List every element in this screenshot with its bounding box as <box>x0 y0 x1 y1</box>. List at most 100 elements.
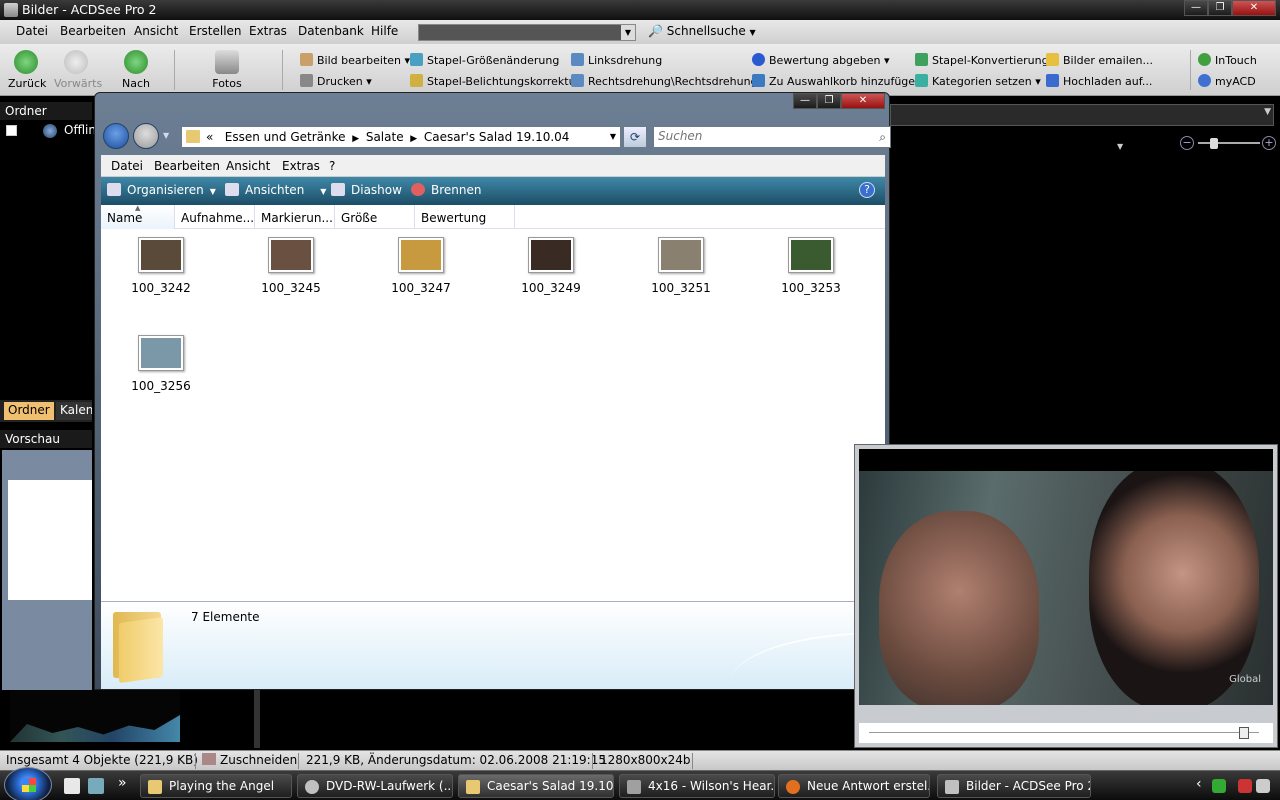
myacd-button[interactable]: myACD <box>1198 74 1256 88</box>
zoom-knob[interactable] <box>1210 138 1218 149</box>
burn-button[interactable]: Brennen <box>411 183 481 197</box>
chevron-down-icon[interactable]: ▼ <box>1117 142 1123 151</box>
file-item[interactable]: 100_3256 <box>106 335 216 393</box>
help-icon[interactable]: ? <box>859 182 875 198</box>
quicklaunch-more-icon[interactable]: » <box>118 775 127 791</box>
organize-button[interactable]: Organisieren ▼ <box>107 183 216 197</box>
menu-hilfe[interactable]: Hilfe <box>371 24 398 38</box>
column-header-tags[interactable]: Markierun... <box>255 205 335 229</box>
explorer-minimize-button[interactable]: — <box>793 93 817 109</box>
search-icon[interactable]: ⌕ <box>879 130 886 145</box>
breadcrumb-item[interactable]: Salate <box>366 130 404 144</box>
folder-tree[interactable]: Offlin <box>0 120 96 400</box>
taskbar-item[interactable]: Caesar's Salad 19.10.... <box>458 774 614 798</box>
taskbar-item[interactable]: DVD-RW-Laufwerk (... <box>297 774 453 798</box>
status-crop[interactable]: Zuschneiden <box>202 753 297 767</box>
batch-convert-button[interactable]: Stapel-Konvertierung <box>915 53 1049 67</box>
intouch-button[interactable]: InTouch <box>1198 53 1257 67</box>
column-header-date[interactable]: Aufnahme... <box>175 205 255 229</box>
tray-power-icon[interactable] <box>1238 779 1252 793</box>
chevron-right-icon[interactable]: ▶ <box>407 134 420 144</box>
batch-exposure-button[interactable]: Stapel-Belichtungskorrektur <box>410 74 580 88</box>
maximize-button[interactable]: ❐ <box>1208 0 1232 16</box>
file-item[interactable]: 100_3253 <box>756 237 866 295</box>
print-button[interactable]: Drucken ▾ <box>300 74 372 88</box>
explorer-back-button[interactable] <box>103 123 129 149</box>
show-desktop-icon[interactable] <box>64 778 80 794</box>
explorer-forward-button[interactable] <box>133 123 159 149</box>
chevron-down-icon[interactable]: ▼ <box>610 132 616 141</box>
column-header-name[interactable]: ▲ Name <box>101 205 175 229</box>
tab-folder[interactable]: Ordner <box>4 402 54 420</box>
file-item[interactable]: 100_3245 <box>236 237 346 295</box>
forward-button[interactable]: Vorwärts <box>54 50 102 90</box>
zoom-out-icon[interactable]: − <box>1180 136 1194 150</box>
menu-ansicht[interactable]: Ansicht <box>134 24 178 38</box>
tray-app-icon[interactable] <box>1212 779 1226 793</box>
rotate-right-button[interactable]: Rechtsdrehung\Rechtsdrehung <box>571 74 758 88</box>
refresh-button[interactable]: ⟳ <box>623 126 647 148</box>
taskbar-item[interactable]: Bilder - ACDSee Pro 2 <box>937 774 1091 798</box>
breadcrumb[interactable]: « Essen und Getränke ▶ Salate ▶ Caesar's… <box>181 126 621 148</box>
back-button[interactable]: Zurück <box>8 50 46 90</box>
menu-erstellen[interactable]: Erstellen <box>189 24 242 38</box>
add-basket-button[interactable]: Zu Auswahlkorb hinzufügen <box>752 74 922 88</box>
taskbar-item[interactable]: Playing the Angel <box>140 774 292 798</box>
taskbar-item[interactable]: Neue Antwort erstel... <box>778 774 930 798</box>
rotate-left-button[interactable]: Linksdrehung <box>571 53 662 67</box>
seek-bar[interactable] <box>869 732 1259 733</box>
menu-datei[interactable]: Datei <box>16 24 48 38</box>
taskbar-item[interactable]: 4x16 - Wilson's Hear... <box>619 774 775 798</box>
seek-knob[interactable] <box>1239 727 1249 739</box>
chevron-down-icon[interactable]: ▼ <box>1264 107 1271 117</box>
chevron-down-icon[interactable]: ▼ <box>621 25 635 40</box>
tray-volume-icon[interactable] <box>1256 779 1270 793</box>
explorer-close-button[interactable]: ✕ <box>841 93 885 109</box>
slideshow-button[interactable]: Diashow <box>331 183 402 197</box>
file-item[interactable]: 100_3247 <box>366 237 476 295</box>
close-button[interactable]: ✕ <box>1232 0 1276 16</box>
file-item[interactable]: 100_3251 <box>626 237 736 295</box>
menu-datenbank[interactable]: Datenbank <box>298 24 364 38</box>
switch-windows-icon[interactable] <box>88 778 104 794</box>
tab-calendar[interactable]: Kalende <box>56 402 92 420</box>
file-item[interactable]: 100_3242 <box>106 237 216 295</box>
folder-checkbox[interactable] <box>6 125 17 136</box>
upload-button[interactable]: Hochladen auf... <box>1046 74 1152 88</box>
zoom-slider[interactable]: − + <box>1180 136 1276 150</box>
start-button[interactable] <box>4 767 52 800</box>
menu-extras[interactable]: Extras <box>249 24 287 38</box>
tray-expand-icon[interactable]: ‹ <box>1196 776 1202 792</box>
set-categories-button[interactable]: Kategorien setzen ▾ <box>915 74 1041 88</box>
file-item[interactable]: 100_3249 <box>496 237 606 295</box>
explorer-menu-ansicht[interactable]: Ansicht <box>226 159 270 173</box>
minimize-button[interactable]: — <box>1184 0 1208 16</box>
email-images-button[interactable]: Bilder emailen... <box>1046 53 1153 67</box>
zoom-in-icon[interactable]: + <box>1262 136 1276 150</box>
filter-bar[interactable]: ▼ <box>890 104 1274 126</box>
edit-image-button[interactable]: Bild bearbeiten ▾ <box>300 53 410 67</box>
zoom-track[interactable] <box>1198 142 1260 144</box>
column-header-rating[interactable]: Bewertung <box>415 205 515 229</box>
pane-splitter[interactable] <box>254 690 260 748</box>
offline-folder-label[interactable]: Offlin <box>64 123 96 137</box>
explorer-menu-datei[interactable]: Datei <box>111 159 143 173</box>
quick-search-input[interactable]: ▼ <box>418 24 636 41</box>
explorer-search-box[interactable]: ⌕ <box>653 126 891 148</box>
breadcrumb-item[interactable]: Caesar's Salad 19.10.04 <box>424 130 570 144</box>
explorer-maximize-button[interactable]: ❐ <box>817 93 841 109</box>
search-input[interactable] <box>658 129 858 143</box>
chevron-down-icon[interactable]: ▼ <box>163 131 169 140</box>
column-header-size[interactable]: Größe <box>335 205 415 229</box>
video-frame[interactable]: Global <box>859 471 1273 705</box>
rate-button[interactable]: Bewertung abgeben ▾ <box>752 53 890 67</box>
batch-resize-button[interactable]: Stapel-Größenänderung <box>410 53 559 67</box>
acdsee-title-bar[interactable]: Bilder - ACDSee Pro 2 — ❐ ✕ <box>0 0 1280 20</box>
breadcrumb-item[interactable]: Essen und Getränke <box>225 130 346 144</box>
breadcrumb-overflow[interactable]: « <box>206 130 213 144</box>
video-player-window[interactable]: Global <box>854 444 1278 748</box>
explorer-menu-extras[interactable]: Extras <box>282 159 320 173</box>
explorer-menu-help[interactable]: ? <box>329 159 335 173</box>
views-button[interactable]: Ansichten ▼ <box>225 183 326 197</box>
chevron-right-icon[interactable]: ▶ <box>349 134 362 144</box>
